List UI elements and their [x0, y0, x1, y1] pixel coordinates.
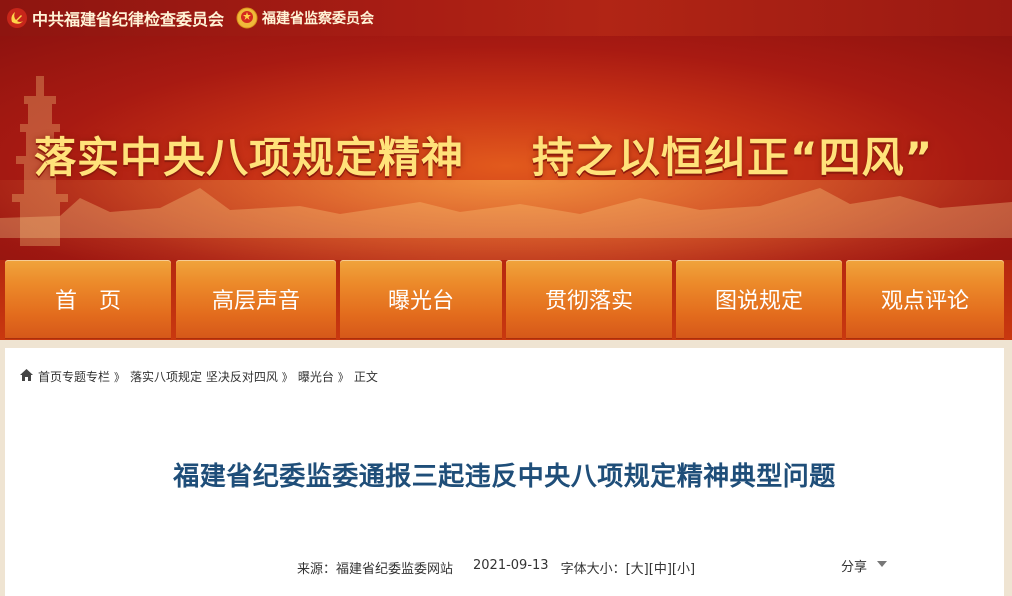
breadcrumb-item-exposure[interactable]: 曝光台: [298, 368, 334, 385]
org-title-supervision: 福建省监察委员会: [262, 11, 375, 27]
share-label: 分享: [841, 560, 868, 575]
font-size-medium-button[interactable]: [中]: [649, 558, 672, 577]
top-bar: 中共福建省纪律检查委员会 福建省监察委员会: [0, 0, 1012, 36]
article-title: 福建省纪委监委通报三起违反中央八项规定精神典型问题: [173, 462, 836, 492]
banner-slogan-left: 落实中央八项规定精神: [34, 133, 465, 182]
banner-slogan-right: 持之以恒纠正“四风”: [532, 133, 934, 182]
font-size-small-button[interactable]: [小]: [672, 558, 695, 577]
article-date: 2021-09-13: [473, 558, 549, 573]
breadcrumb-current: 正文: [353, 370, 378, 384]
nav-item-commentary[interactable]: 观点评论: [846, 260, 1004, 338]
nav-item-illustrated-rules[interactable]: 图说规定: [676, 260, 842, 338]
breadcrumb-separator: 》: [114, 370, 126, 384]
article-source: 来源：福建省纪委监委网站: [297, 562, 454, 577]
breadcrumb-separator: 》: [337, 370, 349, 384]
header-banner: 落实中央八项规定精神 持之以恒纠正“四风”: [0, 36, 1012, 260]
org-title-commission: 中共福建省纪律检查委员会: [32, 10, 225, 29]
home-icon[interactable]: [19, 368, 38, 385]
national-emblem-icon: [236, 7, 258, 29]
main-nav: 首 页 高层声音 曝光台 贯彻落实 图说规定 观点评论: [0, 260, 1012, 340]
breadcrumb: 首页专题专栏 》 落实八项规定 坚决反对四风 》 曝光台 》 正文: [19, 368, 378, 385]
share-button[interactable]: 分享: [841, 556, 888, 575]
chevron-down-icon: [877, 560, 888, 567]
nav-item-leadership-voice[interactable]: 高层声音: [176, 260, 336, 338]
breadcrumb-item-topics[interactable]: 首页专题专栏: [38, 368, 110, 385]
font-size-large-button[interactable]: [大]: [626, 558, 649, 577]
font-size-label: 字体大小：: [560, 562, 626, 577]
article-meta: 来源：福建省纪委监委网站 2021-09-13 字体大小： [大] [中] [小…: [297, 558, 695, 577]
breadcrumb-item-eight-rules[interactable]: 落实八项规定 坚决反对四风: [130, 368, 278, 385]
nav-item-implementation[interactable]: 贯彻落实: [506, 260, 672, 338]
nav-item-exposure[interactable]: 曝光台: [340, 260, 502, 338]
hammer-sickle-icon: [6, 7, 28, 29]
breadcrumb-separator: 》: [281, 370, 293, 384]
nav-item-home[interactable]: 首 页: [5, 260, 171, 338]
article-panel: 首页专题专栏 》 落实八项规定 坚决反对四风 》 曝光台 》 正文 福建省纪委监…: [5, 348, 1004, 596]
